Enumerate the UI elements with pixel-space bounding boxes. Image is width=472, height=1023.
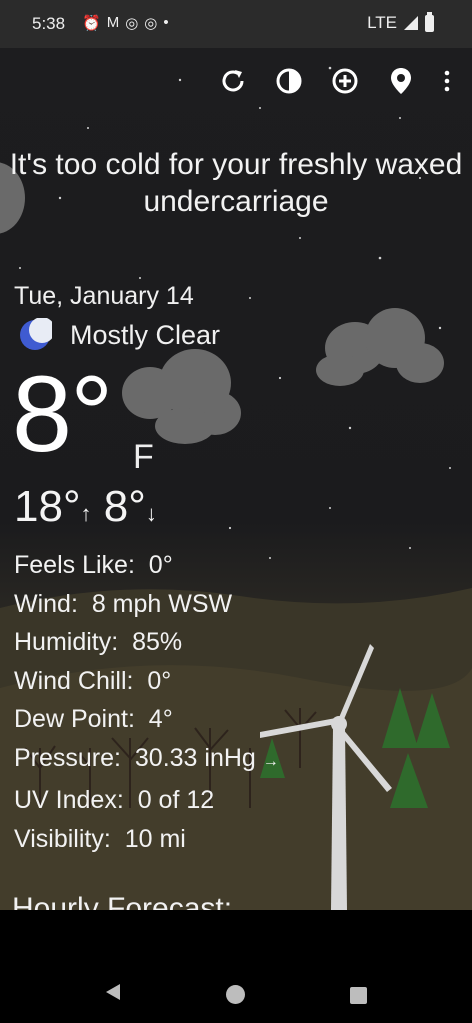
- alarm-icon: ⏰: [82, 15, 101, 32]
- crescent-moon-icon: [20, 318, 52, 350]
- detail-row: Pressure: 30.33 inHg →: [14, 743, 279, 772]
- instagram-icon: ◎: [144, 15, 158, 32]
- more-options-icon[interactable]: [440, 64, 454, 98]
- detail-row: Feels Like: 0°: [14, 551, 173, 579]
- condition-row: Mostly Clear: [18, 318, 220, 352]
- detail-row: Humidity: 85%: [14, 628, 183, 656]
- signal-icon: [404, 16, 418, 30]
- home-button[interactable]: [226, 985, 245, 1004]
- high-low-temps: 18°↑ 8°↓: [14, 482, 157, 532]
- pressure-trend-icon: →: [262, 752, 279, 770]
- condition-text: Mostly Clear: [70, 319, 221, 350]
- high-temp: 18°: [14, 482, 81, 531]
- detail-row: UV Index: 0 of 12: [14, 786, 215, 814]
- dot-icon: •: [163, 14, 169, 31]
- arrow-up-icon: ↑: [80, 501, 92, 526]
- refresh-icon[interactable]: [216, 64, 250, 98]
- add-location-icon[interactable]: [328, 64, 362, 98]
- back-icon[interactable]: [104, 982, 122, 1002]
- theme-icon[interactable]: [272, 64, 306, 98]
- toolbar: [216, 64, 454, 98]
- weather-details: Feels Like: 0° Wind: 8 mph WSW Humidity:…: [14, 546, 279, 858]
- notification-icons: ⏰ M ◎ ◎ •: [82, 14, 169, 32]
- arrow-down-icon: ↓: [145, 501, 157, 526]
- weather-tagline: It's too cold for your freshly waxed und…: [9, 148, 463, 218]
- hourly-forecast-title: Hourly Forecast:: [12, 892, 233, 910]
- location-pin-icon[interactable]: [384, 64, 418, 98]
- detail-row: Dew Point: 4°: [14, 705, 173, 733]
- status-time: 5:38: [32, 14, 66, 33]
- battery-icon: [425, 11, 434, 32]
- instagram-icon: ◎: [125, 15, 139, 32]
- network-label: LTE: [367, 13, 397, 32]
- weather-scene: It's too cold for your freshly waxed und…: [0, 48, 472, 910]
- current-temperature: 8°: [12, 353, 113, 474]
- status-bar: 5:38 ⏰ M ◎ ◎ • LTE: [0, 0, 472, 48]
- navigation-bar: [0, 910, 472, 1023]
- forecast-date: Tue, January 14: [14, 282, 194, 310]
- gmail-icon: M: [106, 14, 120, 31]
- low-temp: 8°: [103, 482, 146, 531]
- detail-row: Visibility: 10 mi: [14, 824, 186, 853]
- detail-row: Wind: 8 mph WSW: [14, 589, 233, 618]
- detail-row: Wind Chill: 0°: [14, 666, 172, 695]
- recents-button[interactable]: [350, 987, 367, 1004]
- status-right: LTE: [367, 11, 434, 33]
- temperature-unit: F: [133, 438, 154, 476]
